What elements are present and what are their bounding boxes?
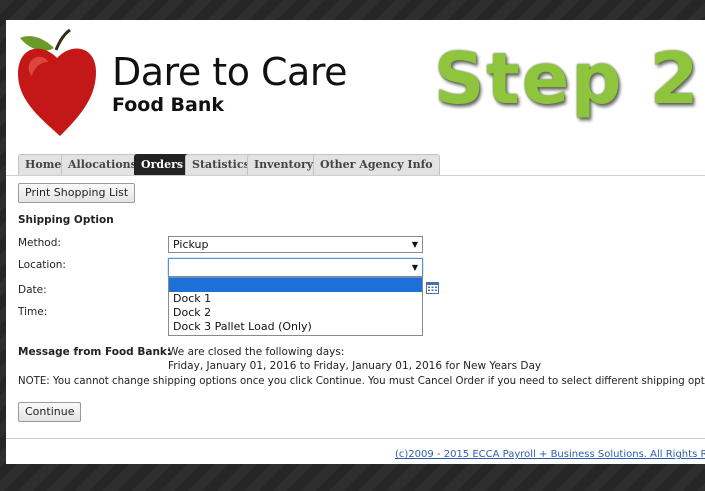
location-option-dock-3[interactable]: Dock 3 Pallet Load (Only)	[169, 320, 422, 334]
tab-inventory[interactable]: Inventory	[247, 154, 321, 175]
step-overlay-text: Step 2	[434, 38, 701, 120]
method-select[interactable]: Pickup ▼	[168, 236, 423, 253]
location-label: Location:	[18, 259, 66, 271]
brand-name: Dare to Care	[112, 50, 348, 94]
shipping-note: NOTE: You cannot change shipping options…	[18, 376, 705, 387]
footer-divider	[6, 438, 705, 439]
message-line-2: Friday, January 01, 2016 to Friday, Janu…	[168, 360, 542, 372]
chevron-down-icon: ▼	[411, 263, 418, 272]
message-line-1: We are closed the following days:	[168, 346, 345, 358]
continue-button[interactable]: Continue	[18, 402, 82, 422]
location-select[interactable]: ▼	[168, 258, 423, 277]
time-label: Time:	[18, 306, 48, 318]
tab-statistics[interactable]: Statistics	[185, 154, 257, 175]
chevron-down-icon: ▼	[411, 240, 418, 249]
brand-subname: Food Bank	[112, 94, 224, 116]
message-label: Message from Food Bank:	[18, 346, 172, 358]
location-option-dock-2[interactable]: Dock 2	[169, 306, 422, 320]
tab-bar: Home Allocations Orders Statistics Inven…	[6, 153, 705, 176]
calendar-icon[interactable]	[426, 282, 439, 294]
apple-logo-icon	[18, 28, 96, 136]
footer-copyright-link[interactable]: (c)2009 - 2015 ECCA Payroll + Business S…	[395, 449, 705, 460]
location-option-dock-1[interactable]: Dock 1	[169, 292, 422, 306]
location-option-blank[interactable]	[169, 278, 422, 292]
shipping-option-heading: Shipping Option	[18, 214, 114, 226]
tab-other-agency-info[interactable]: Other Agency Info	[313, 154, 440, 175]
page: Dare to Care Food Bank Step 2 Home Alloc…	[6, 20, 705, 464]
date-label: Date:	[18, 284, 47, 296]
print-shopping-list-button[interactable]: Print Shopping List	[18, 183, 136, 203]
tab-allocations[interactable]: Allocations	[61, 154, 144, 175]
tab-orders[interactable]: Orders	[134, 154, 191, 175]
method-value: Pickup	[173, 238, 209, 251]
method-label: Method:	[18, 237, 61, 249]
location-dropdown-list: Dock 1 Dock 2 Dock 3 Pallet Load (Only)	[168, 277, 423, 336]
